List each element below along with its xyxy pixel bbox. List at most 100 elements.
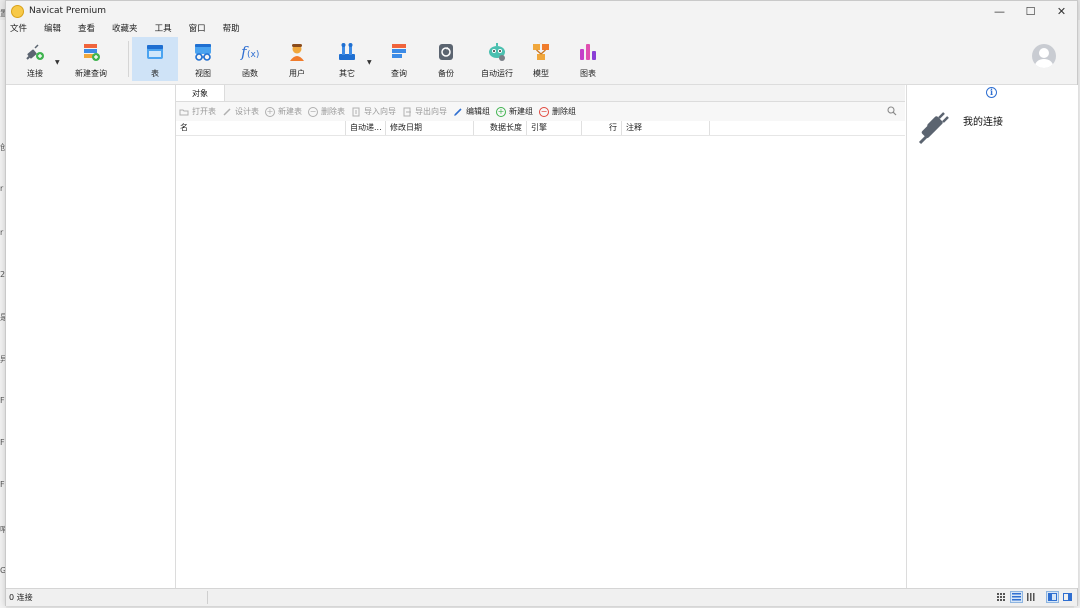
other-button[interactable]: 其它: [324, 37, 370, 81]
bg-glyph: r: [0, 184, 4, 193]
search-icon[interactable]: [887, 106, 897, 116]
plug-connection-icon: [918, 112, 949, 145]
column-header-auto-increment[interactable]: 自动递...: [346, 121, 386, 135]
new-query-button[interactable]: 新建查询: [63, 37, 119, 81]
new-group-label: 新建组: [509, 107, 533, 116]
table-button[interactable]: 表: [132, 37, 178, 81]
edit-group-button[interactable]: 编辑组: [453, 106, 490, 117]
my-connections-title: 我的连接: [963, 117, 1003, 128]
export-icon: [403, 107, 411, 116]
delete-group-button[interactable]: − 删除组: [539, 106, 576, 117]
bg-glyph: F: [0, 480, 5, 489]
column-header-rows[interactable]: 行: [582, 121, 622, 135]
delete-table-button[interactable]: − 删除表: [308, 106, 345, 117]
bg-glyph: F: [0, 438, 5, 447]
title-bar[interactable]: Navicat Premium — ☐ ✕: [6, 1, 1077, 21]
query-button[interactable]: 查询: [376, 37, 422, 81]
object-panel: 对象 打开表 设计表 + 新建表 − 删除表 导入向导 导出向导 编辑组 + 新…: [176, 85, 905, 588]
menu-tools[interactable]: 工具: [155, 22, 172, 34]
column-header-engine[interactable]: 引擎: [527, 121, 582, 135]
new-table-label: 新建表: [278, 107, 302, 116]
info-icon[interactable]: i: [986, 87, 997, 98]
user-avatar-icon[interactable]: [1032, 44, 1056, 68]
svg-text:(x): (x): [247, 50, 259, 60]
other-label: 其它: [339, 69, 355, 78]
list-view-icon[interactable]: [1010, 591, 1023, 603]
connection-count: 0 连接: [9, 593, 33, 602]
window-controls: — ☐ ✕: [984, 1, 1077, 21]
view-mode-switcher: [993, 591, 1074, 603]
column-header-name[interactable]: 名: [176, 121, 346, 135]
toggle-right-pane-icon[interactable]: [1061, 591, 1074, 603]
column-header-modified-date[interactable]: 修改日期: [386, 121, 474, 135]
chart-button[interactable]: 图表: [565, 37, 611, 81]
plug-connect-icon: [26, 44, 44, 60]
bg-glyph: r: [0, 228, 4, 237]
query-label: 查询: [391, 69, 407, 78]
menu-window[interactable]: 窗口: [189, 22, 206, 34]
automation-button[interactable]: 自动运行: [470, 37, 524, 81]
delete-table-label: 删除表: [321, 107, 345, 116]
tab-bar: 对象: [176, 85, 905, 102]
view-label: 视图: [195, 69, 211, 78]
other-dropdown-arrow-icon[interactable]: ▼: [367, 59, 372, 66]
menu-edit[interactable]: 编辑: [44, 22, 61, 34]
menu-favorites[interactable]: 收藏夹: [112, 22, 138, 34]
remove-circle-icon: −: [539, 106, 549, 117]
main-toolbar: 连接 ▼ 新建查询 表 视图 f (x) 函数 用户 其它 ▼ 查询 备份 自动…: [6, 35, 1077, 85]
maximize-button[interactable]: ☐: [1015, 1, 1046, 21]
menu-help[interactable]: 帮助: [223, 22, 240, 34]
new-query-label: 新建查询: [75, 69, 107, 78]
function-fx-icon: f (x): [240, 43, 259, 61]
user-icon: [290, 44, 304, 61]
menu-file[interactable]: 文件: [10, 22, 27, 34]
design-table-button[interactable]: 设计表: [222, 106, 259, 117]
info-panel: i 我的连接: [906, 85, 1078, 588]
detail-view-icon[interactable]: [1025, 591, 1038, 603]
main-area: 对象 打开表 设计表 + 新建表 − 删除表 导入向导 导出向导 编辑组 + 新…: [6, 85, 1078, 588]
toggle-left-pane-icon[interactable]: [1046, 591, 1059, 603]
design-table-label: 设计表: [235, 107, 259, 116]
model-button[interactable]: 模型: [518, 37, 564, 81]
pencil-ruler-icon: [223, 107, 231, 116]
connect-button[interactable]: 连接: [12, 37, 58, 81]
avatar-head: [1039, 48, 1049, 58]
menu-bar: 文件 编辑 查看 收藏夹 工具 窗口 帮助: [6, 21, 1077, 35]
add-circle-icon: +: [496, 106, 506, 117]
column-header-data-length[interactable]: 数据长度: [474, 121, 527, 135]
new-group-button[interactable]: + 新建组: [496, 106, 533, 117]
tab-objects[interactable]: 对象: [176, 85, 225, 101]
close-button[interactable]: ✕: [1046, 1, 1077, 21]
minimize-button[interactable]: —: [984, 1, 1015, 21]
function-button[interactable]: f (x) 函数: [227, 37, 273, 81]
user-button[interactable]: 用户: [274, 37, 320, 81]
model-icon: [533, 44, 549, 60]
automation-label: 自动运行: [481, 69, 513, 78]
export-wizard-button[interactable]: 导出向导: [402, 106, 447, 117]
object-toolbar: 打开表 设计表 + 新建表 − 删除表 导入向导 导出向导 编辑组 + 新建组 …: [176, 102, 905, 121]
chart-icon: [580, 44, 596, 60]
delete-group-label: 删除组: [552, 107, 576, 116]
toolbar-separator: [128, 41, 129, 77]
status-bar: 0 连接: [6, 588, 1077, 606]
grid-view-icon[interactable]: [995, 591, 1008, 603]
view-button[interactable]: 视图: [180, 37, 226, 81]
backup-button[interactable]: 备份: [423, 37, 469, 81]
connect-label: 连接: [27, 69, 43, 78]
new-query-icon: [84, 44, 100, 61]
column-header-comment[interactable]: 注释: [622, 121, 710, 135]
edit-group-label: 编辑组: [466, 107, 490, 116]
import-wizard-button[interactable]: 导入向导: [351, 106, 396, 117]
connect-dropdown-arrow-icon[interactable]: ▼: [55, 59, 60, 66]
connection-sidebar[interactable]: [6, 85, 176, 588]
open-table-label: 打开表: [192, 107, 216, 116]
new-table-button[interactable]: + 新建表: [265, 106, 302, 117]
robot-automation-icon: [489, 43, 505, 61]
window-title: Navicat Premium: [29, 6, 106, 16]
menu-view[interactable]: 查看: [78, 22, 95, 34]
bg-glyph: F: [0, 396, 5, 405]
open-table-button[interactable]: 打开表: [179, 106, 216, 117]
object-grid-header: 名 自动递... 修改日期 数据长度 引擎 行 注释: [176, 121, 905, 136]
backup-label: 备份: [438, 69, 454, 78]
remove-circle-icon: −: [308, 106, 318, 117]
